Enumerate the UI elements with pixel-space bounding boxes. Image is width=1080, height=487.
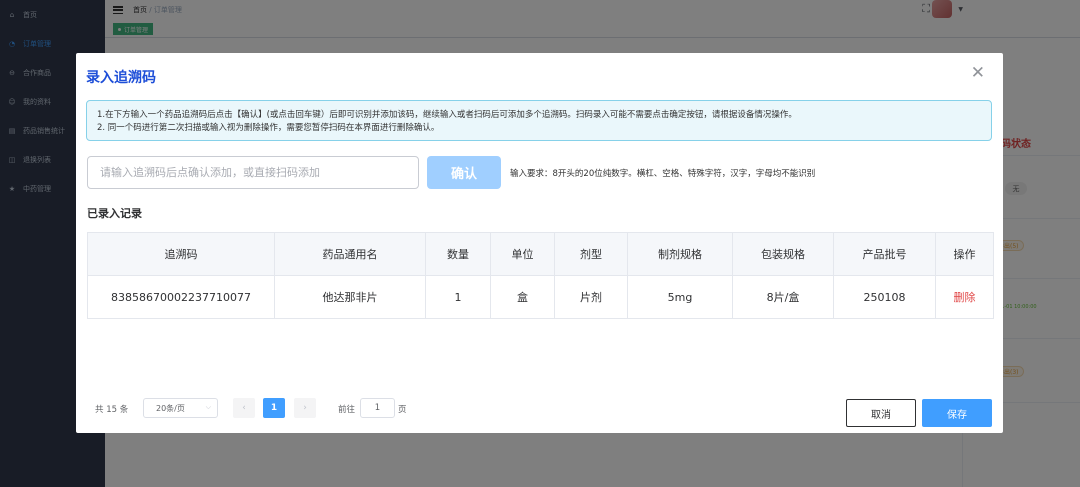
- cell-drug-name: 他达那非片: [274, 275, 426, 319]
- column-header: 数量: [425, 232, 491, 276]
- goto-page-input[interactable]: [360, 398, 395, 418]
- cell-dosage-form: 片剂: [554, 275, 628, 319]
- column-header: 制剂规格: [627, 232, 733, 276]
- column-header: 包装规格: [732, 232, 834, 276]
- pagination-total: 共 15 条: [95, 405, 129, 415]
- page-number-current[interactable]: 1: [263, 398, 285, 418]
- column-header: 操作: [935, 232, 994, 276]
- cell-batch-number: 250108: [833, 275, 936, 319]
- notice-line-2: 2. 同一个码进行第二次扫描或输入视为删除操作，需要您暂停扫码在本界面进行删除确…: [97, 123, 440, 133]
- cancel-button[interactable]: 取消: [846, 399, 916, 427]
- cell-trace-code: 83858670002237710077: [87, 275, 275, 319]
- column-header: 剂型: [554, 232, 628, 276]
- goto-label: 前往: [338, 405, 356, 415]
- chevron-down-icon: ⌵: [205, 403, 211, 411]
- column-header: 药品通用名: [274, 232, 426, 276]
- column-header: 产品批号: [833, 232, 936, 276]
- goto-suffix: 页: [398, 405, 407, 415]
- save-button[interactable]: 保存: [922, 399, 992, 427]
- confirm-button[interactable]: 确认: [427, 156, 501, 189]
- prev-page-button[interactable]: ‹: [233, 398, 255, 418]
- records-table: 追溯码 药品通用名 数量 单位 剂型 制剂规格 包装规格 产品批号 操作 838…: [87, 232, 994, 319]
- trace-code-dialog: 录入追溯码 ✕ 1.在下方输入一个药品追溯码后点击【确认】(或点击回车键）后即可…: [76, 53, 1003, 433]
- table-row: 83858670002237710077 他达那非片 1 盒 片剂 5mg 8片…: [87, 275, 994, 319]
- cell-quantity: 1: [425, 275, 491, 319]
- trace-code-input[interactable]: [87, 156, 419, 189]
- page-size-value: 20条/页: [156, 403, 185, 413]
- column-header: 追溯码: [87, 232, 275, 276]
- dialog-title: 录入追溯码: [86, 70, 156, 86]
- records-section-title: 已录入记录: [87, 207, 142, 220]
- table-header-row: 追溯码 药品通用名 数量 单位 剂型 制剂规格 包装规格 产品批号 操作: [87, 232, 994, 276]
- next-page-button[interactable]: ›: [294, 398, 316, 418]
- notice-line-1: 1.在下方输入一个药品追溯码后点击【确认】(或点击回车键）后即可识别并添加该码，…: [97, 110, 797, 120]
- cell-preparation-spec: 5mg: [627, 275, 733, 319]
- input-requirement-hint: 输入要求：8开头的20位纯数字。横杠、空格、特殊字符，汉字，字母均不能识别: [510, 169, 816, 179]
- cell-package-spec: 8片/盒: [732, 275, 834, 319]
- page-size-select[interactable]: 20条/页 ⌵: [143, 398, 218, 418]
- column-header: 单位: [490, 232, 555, 276]
- cell-unit: 盒: [490, 275, 555, 319]
- close-icon[interactable]: ✕: [971, 65, 985, 82]
- delete-link[interactable]: 删除: [935, 275, 994, 319]
- instruction-notice: 1.在下方输入一个药品追溯码后点击【确认】(或点击回车键）后即可识别并添加该码，…: [86, 100, 992, 141]
